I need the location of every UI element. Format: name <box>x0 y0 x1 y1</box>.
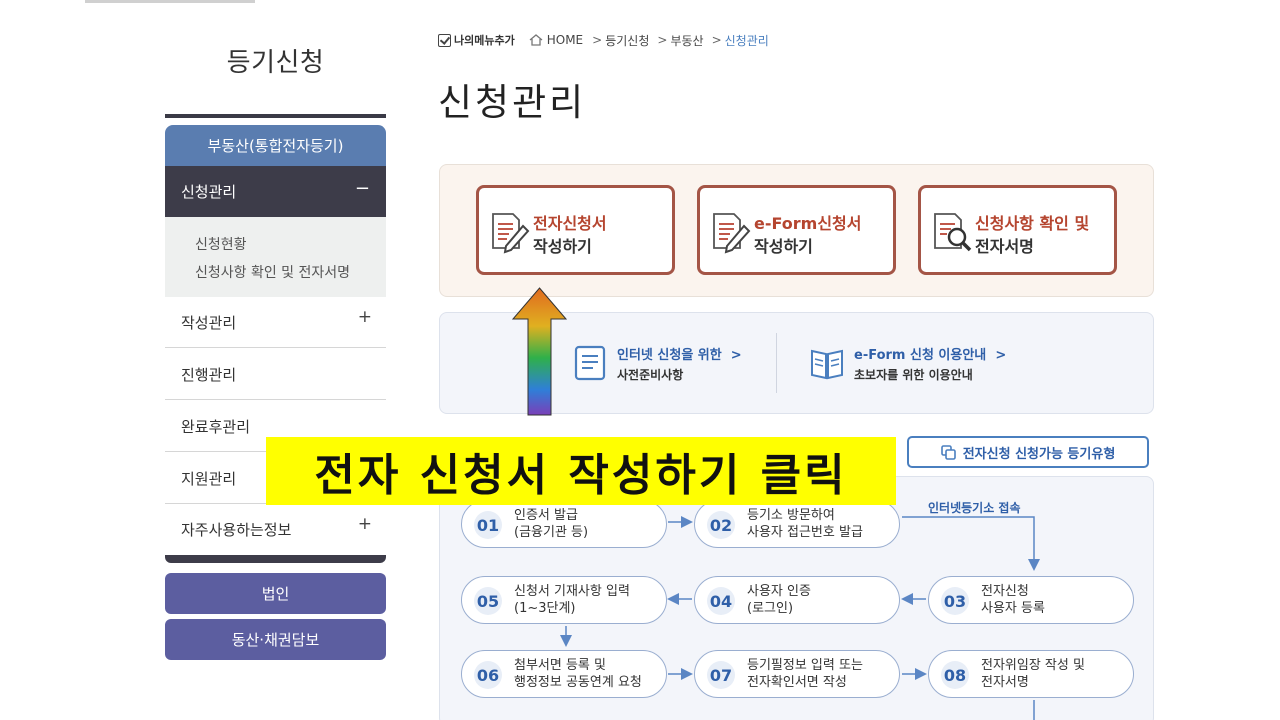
page-root: 등기신청 부동산(통합전자등기) 신청관리 − 신청현황 신청사항 확인 및 전… <box>0 0 1280 720</box>
step-text: 인증서 발급 (금융기관 등) <box>514 508 589 540</box>
internet-registry-label: 인터넷등기소 접속 <box>928 501 1021 515</box>
step-number: 01 <box>474 511 502 539</box>
process-step-02: 02 등기소 방문하여 사용자 접근번호 발급 <box>694 500 900 548</box>
step-number: 06 <box>474 661 502 689</box>
step-text: 전자신청 사용자 등록 <box>981 584 1045 616</box>
annotation-arrow-up-icon <box>512 287 567 416</box>
step-text: 전자위임장 작성 및 전자서명 <box>981 658 1085 690</box>
step-number: 05 <box>474 587 502 615</box>
step-number: 03 <box>941 587 969 615</box>
process-step-05: 05 신청서 기재사항 입력 (1~3단계) <box>461 576 667 624</box>
process-step-08: 08 전자위임장 작성 및 전자서명 <box>928 650 1134 698</box>
process-step-07: 07 등기필정보 입력 또는 전자확인서면 작성 <box>694 650 900 698</box>
step-number: 02 <box>707 511 735 539</box>
step-text: 등기소 방문하여 사용자 접근번호 발급 <box>747 508 863 540</box>
step-number: 07 <box>707 661 735 689</box>
process-step-06: 06 첨부서면 등록 및 행정정보 공동연계 요청 <box>461 650 667 698</box>
step-text: 등기필정보 입력 또는 전자확인서면 작성 <box>747 658 863 690</box>
step-number: 08 <box>941 661 969 689</box>
instruction-callout: 전자 신청서 작성하기 클릭 <box>266 437 896 505</box>
step-text: 신청서 기재사항 입력 (1~3단계) <box>514 584 630 616</box>
step-text: 첨부서면 등록 및 행정정보 공동연계 요청 <box>514 658 642 690</box>
step-text: 사용자 인증 (로그인) <box>747 584 811 616</box>
process-step-04: 04 사용자 인증 (로그인) <box>694 576 900 624</box>
process-step-01: 01 인증서 발급 (금융기관 등) <box>461 500 667 548</box>
process-step-03: 03 전자신청 사용자 등록 <box>928 576 1134 624</box>
step-number: 04 <box>707 587 735 615</box>
